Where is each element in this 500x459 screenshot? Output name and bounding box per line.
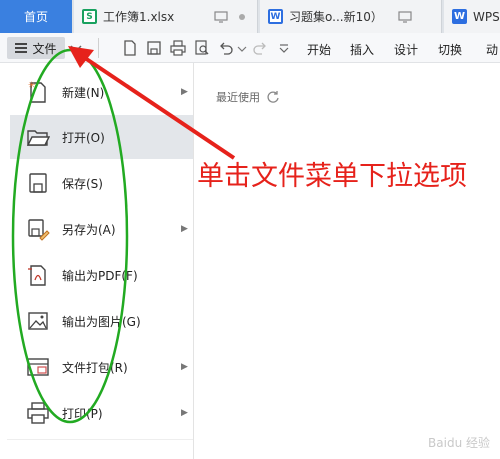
word-doc-icon: W — [268, 9, 283, 24]
menu-item-export-pdf[interactable]: 输出为PDF(F) — [10, 253, 193, 297]
undo-dropdown-icon[interactable] — [234, 40, 250, 56]
submenu-arrow-icon: ▶ — [181, 87, 188, 97]
wps-logo-icon: W — [452, 9, 467, 24]
menu-item-package[interactable]: 文件打包(R) ▶ — [10, 345, 193, 389]
chevron-down-icon[interactable] — [68, 40, 84, 56]
new-doc-icon: ✳ — [26, 80, 50, 104]
file-menu-label: 文件 — [32, 41, 57, 56]
tab-wps-label: WPS — [473, 9, 500, 24]
tab-bar: 首页 S 工作簿1.xlsx W 习题集o...新10） W WPS — [0, 0, 500, 33]
submenu-arrow-icon: ▶ — [181, 408, 188, 418]
menu-item-open[interactable]: 打开(O) — [10, 115, 193, 159]
file-menu-button[interactable]: 文件 — [7, 37, 65, 59]
tab-wps[interactable]: W WPS — [444, 0, 500, 33]
ribbon-tab-animation[interactable]: 动 — [486, 41, 498, 58]
ribbon-tab-transition[interactable]: 切换 — [438, 41, 462, 58]
menu-item-label: 打开(O) — [62, 130, 105, 145]
menu-item-label: 输出为PDF(F) — [62, 268, 138, 283]
menu-item-save[interactable]: 保存(S) — [10, 161, 193, 205]
toolbar-divider — [98, 38, 99, 58]
menu-item-new[interactable]: ✳ 新建(N) ▶ — [10, 70, 193, 114]
menu-item-save-as[interactable]: 另存为(A) ▶ — [10, 207, 193, 251]
refresh-icon[interactable] — [266, 90, 280, 104]
file-dropdown-menu: ✳ 新建(N) ▶ 打开(O) 保存(S) 另存为(A) ▶ 输出为PDF(F)… — [7, 63, 194, 459]
menu-item-label: 输出为图片(G) — [62, 314, 141, 329]
baidu-watermark: Baidu 经验 — [428, 436, 490, 450]
menu-item-export-image[interactable]: 输出为图片(G) — [10, 299, 193, 343]
recent-header: 最近使用 — [216, 89, 280, 105]
ribbon-tab-insert[interactable]: 插入 — [350, 41, 374, 58]
ribbon-tab-start[interactable]: 开始 — [307, 41, 331, 58]
menu-item-label: 文件打包(R) — [62, 360, 128, 375]
tab-problem-set-label: 习题集o...新10） — [289, 10, 383, 24]
folder-open-icon — [26, 125, 51, 149]
tab-workbook-label: 工作簿1.xlsx — [103, 10, 175, 24]
customize-dropdown-icon[interactable] — [276, 40, 292, 56]
print-icon[interactable] — [170, 40, 186, 56]
tab-home[interactable]: 首页 — [0, 0, 72, 33]
menu-item-label: 新建(N) — [62, 85, 105, 100]
annotation-text: 单击文件菜单下拉选项 — [197, 161, 467, 192]
submenu-arrow-icon: ▶ — [181, 362, 188, 372]
new-file-icon[interactable] — [122, 40, 138, 56]
redo-icon[interactable] — [252, 40, 268, 56]
printer-icon — [26, 401, 50, 425]
recent-label: 最近使用 — [216, 91, 260, 104]
menu-item-label: 打印(P) — [62, 406, 103, 421]
save-as-icon — [26, 217, 50, 241]
tab-home-label: 首页 — [23, 10, 48, 24]
unsaved-dot-icon — [239, 14, 245, 20]
export-pdf-icon — [26, 263, 50, 287]
ribbon-tab-design[interactable]: 设计 — [394, 41, 418, 58]
monitor-icon[interactable] — [214, 11, 228, 26]
tab-problem-set[interactable]: W 习题集o...新10） — [260, 0, 442, 33]
print-preview-icon[interactable] — [194, 40, 210, 56]
svg-text:✳: ✳ — [28, 81, 36, 91]
package-icon — [26, 355, 50, 379]
spreadsheet-icon: S — [82, 9, 97, 24]
menu-item-label: 另存为(A) — [62, 222, 116, 237]
monitor-icon[interactable] — [398, 11, 412, 26]
export-image-icon — [26, 309, 50, 333]
save-icon — [26, 171, 50, 195]
quick-toolbar: 文件 开始 插入 设计 切换 动 — [0, 33, 500, 63]
submenu-arrow-icon: ▶ — [181, 224, 188, 234]
save-icon[interactable] — [146, 40, 162, 56]
hamburger-icon — [15, 43, 28, 53]
menu-item-label: 保存(S) — [62, 176, 103, 191]
menu-item-print[interactable]: 打印(P) ▶ — [10, 391, 193, 435]
tab-workbook[interactable]: S 工作簿1.xlsx — [74, 0, 258, 33]
undo-icon[interactable] — [218, 40, 234, 56]
menu-divider — [7, 439, 193, 440]
